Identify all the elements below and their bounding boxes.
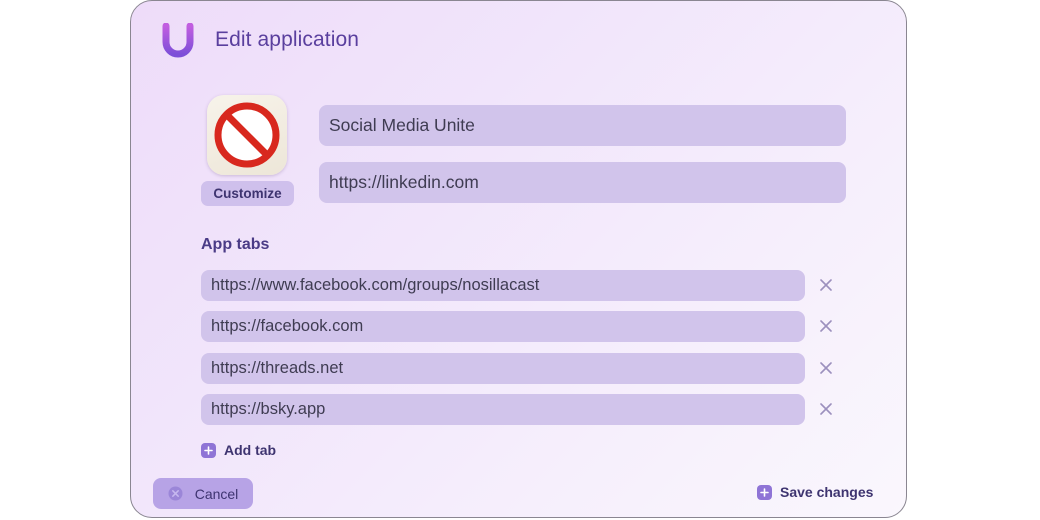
add-tab-label: Add tab: [224, 442, 277, 458]
remove-tab-button[interactable]: [816, 358, 836, 378]
prohibited-sign-icon: [214, 102, 280, 168]
tab-url-field[interactable]: https://www.facebook.com/groups/nosillac…: [201, 270, 805, 301]
close-icon: [820, 320, 832, 332]
dialog-title: Edit application: [215, 28, 360, 51]
cancel-button[interactable]: Cancel: [153, 478, 253, 509]
tab-url-field[interactable]: https://facebook.com: [201, 311, 805, 342]
tab-row: https://threads.net: [201, 353, 841, 384]
save-changes-label: Save changes: [780, 484, 874, 500]
app-tabs-heading: App tabs: [201, 236, 270, 253]
app-icon[interactable]: [207, 95, 287, 175]
customize-button[interactable]: Customize: [201, 181, 294, 206]
remove-tab-button[interactable]: [816, 316, 836, 336]
cancel-x-circle-icon: [168, 486, 183, 501]
app-url-field[interactable]: https://linkedin.com: [319, 162, 846, 203]
save-changes-button[interactable]: Save changes: [757, 484, 873, 500]
close-icon: [820, 403, 832, 415]
unite-logo-icon: [162, 23, 194, 58]
plus-icon: [201, 442, 216, 458]
close-icon: [820, 362, 832, 374]
tab-url-field[interactable]: https://bsky.app: [201, 394, 805, 425]
add-tab-button[interactable]: Add tab: [201, 442, 276, 458]
cancel-label: Cancel: [194, 485, 239, 502]
tab-row: https://www.facebook.com/groups/nosillac…: [201, 270, 841, 301]
remove-tab-button[interactable]: [816, 275, 836, 295]
edit-application-dialog: Edit application Customize Social Media …: [130, 0, 907, 518]
tab-row: https://bsky.app: [201, 394, 841, 425]
remove-tab-button[interactable]: [816, 399, 836, 419]
app-name-field[interactable]: Social Media Unite: [319, 105, 846, 146]
plus-icon: [757, 484, 772, 500]
tab-url-field[interactable]: https://threads.net: [201, 353, 805, 384]
tab-row: https://facebook.com: [201, 311, 841, 342]
close-icon: [820, 279, 832, 291]
